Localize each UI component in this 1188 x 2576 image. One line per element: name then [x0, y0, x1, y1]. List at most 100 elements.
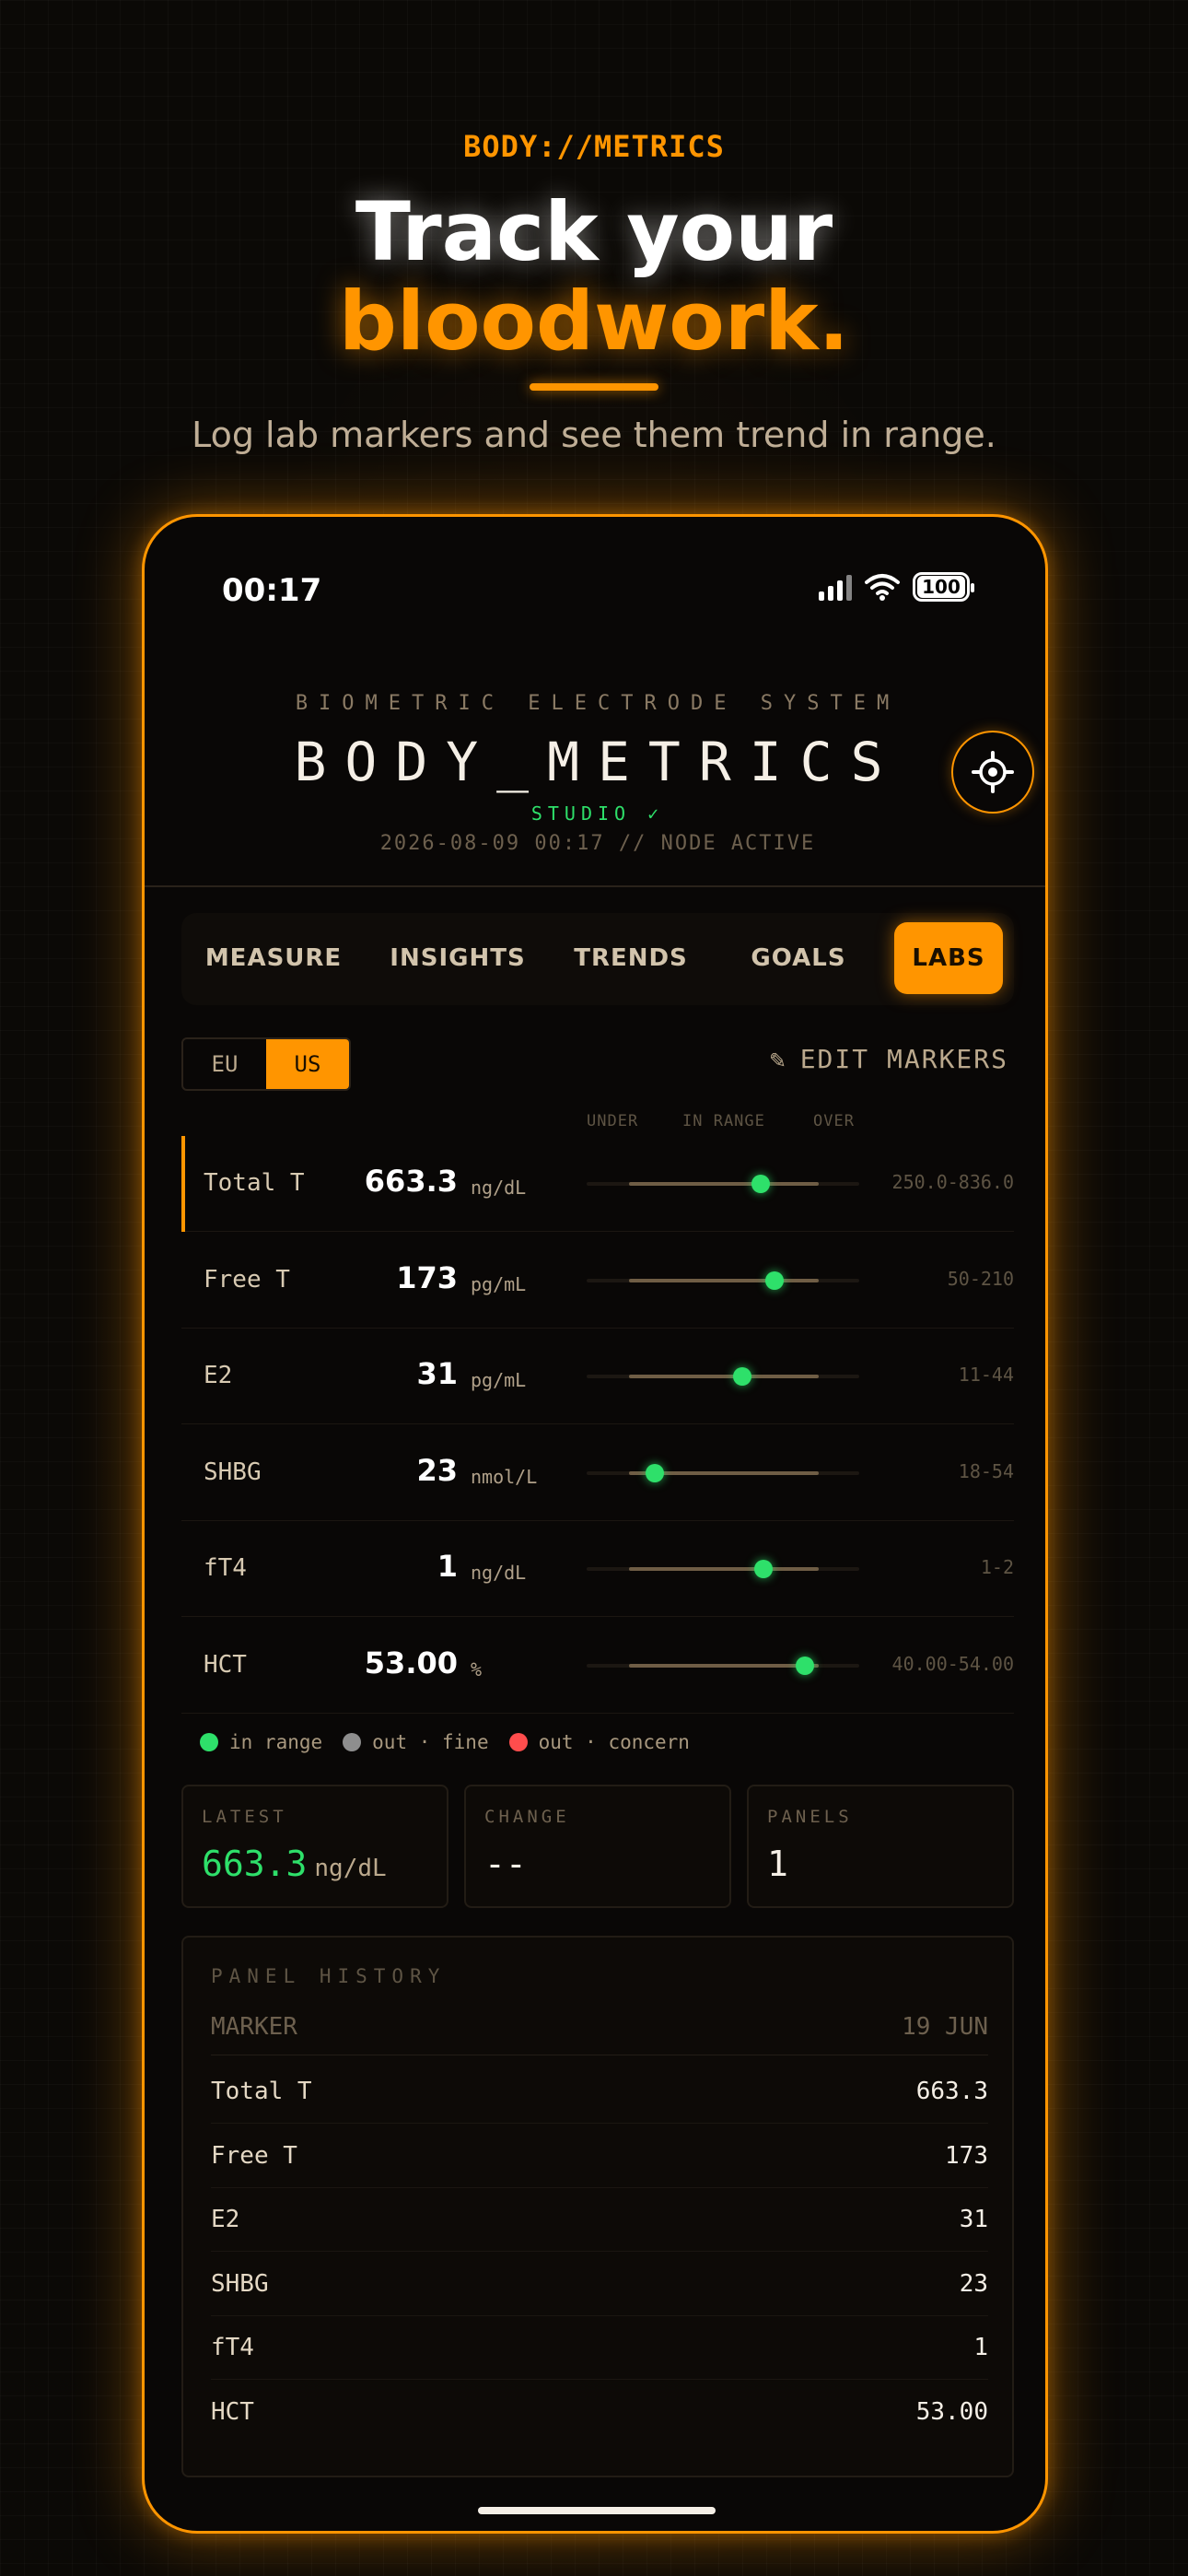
- latest-value: 663.3 ng/dL: [202, 1844, 387, 1884]
- panels-label: PANELS: [767, 1807, 853, 1827]
- unit-option-us[interactable]: US: [266, 1039, 349, 1089]
- battery-level: 100: [917, 576, 965, 598]
- history-row: HCT 53.00: [211, 2380, 988, 2444]
- legend-dot-red: [508, 1733, 528, 1751]
- history-row: fT4 1: [211, 2315, 988, 2380]
- change-label: CHANGE: [484, 1807, 570, 1827]
- marker-row[interactable]: Total T 663.3 ng/dL 250.0-836.0: [181, 1136, 1014, 1232]
- brand-tag: BODY://METRICS: [463, 129, 725, 164]
- history-row: E2 31: [211, 2187, 988, 2252]
- legend-label: out · fine: [372, 1731, 489, 1753]
- home-indicator[interactable]: [478, 2507, 716, 2514]
- hero-underline: [530, 383, 658, 391]
- system-subtitle: BIOMETRIC ELECTRODE SYSTEM: [295, 692, 901, 715]
- panels-card: PANELS 1: [747, 1785, 1014, 1908]
- change-card: CHANGE --: [464, 1785, 731, 1908]
- marker-name: HCT: [204, 1650, 247, 1679]
- tab-trends[interactable]: TRENDS: [557, 922, 705, 994]
- panels-value: 1: [767, 1844, 788, 1884]
- marker-value: 23: [416, 1452, 458, 1488]
- gear-icon: [972, 751, 1014, 793]
- marker-value: 1: [437, 1549, 458, 1584]
- marker-unit: nmol/L: [471, 1465, 538, 1488]
- marker-row[interactable]: SHBG 23 nmol/L 18-54: [181, 1425, 1014, 1521]
- pencil-icon: ✎: [769, 1044, 787, 1074]
- in-range-band: [629, 1663, 819, 1668]
- tab-labs[interactable]: LABS: [894, 922, 1003, 994]
- edit-markers-button[interactable]: ✎ EDIT MARKERS: [770, 1044, 1008, 1074]
- history-marker: Total T: [211, 2078, 312, 2105]
- range-header-in-range: IN RANGE: [682, 1112, 765, 1130]
- reference-range: 250.0-836.0: [891, 1171, 1014, 1193]
- marker-row[interactable]: Free T 173 pg/mL 50-210: [181, 1233, 1014, 1329]
- value-dot: [765, 1270, 785, 1290]
- in-range-band: [629, 1375, 819, 1378]
- tab-insights[interactable]: INSIGHTS: [375, 922, 541, 994]
- marker-unit: pg/mL: [471, 1369, 527, 1391]
- legend-label: out · concern: [538, 1731, 690, 1753]
- edit-markers-label: EDIT MARKERS: [799, 1044, 1008, 1074]
- range-track: [587, 1367, 859, 1386]
- column-header-date: 19 JUN: [902, 2013, 988, 2041]
- history-marker: HCT: [211, 2397, 254, 2426]
- value-dot: [732, 1367, 751, 1386]
- history-row: SHBG 23: [211, 2252, 988, 2316]
- app-title: BODY_METRICS: [294, 731, 902, 793]
- range-track: [587, 1175, 859, 1193]
- marker-unit: %: [471, 1657, 483, 1680]
- reference-range: 18-54: [958, 1459, 1014, 1482]
- marker-row[interactable]: HCT 53.00% 40.00-54.00: [181, 1618, 1014, 1714]
- marker-row[interactable]: E2 31 pg/mL 11-44: [181, 1329, 1014, 1424]
- latest-label: LATEST: [202, 1807, 287, 1827]
- wifi-icon: [865, 574, 900, 601]
- legend-item-out-fine: out · fine: [343, 1731, 489, 1753]
- reference-range: 40.00-54.00: [891, 1652, 1014, 1675]
- column-header-marker: MARKER: [211, 2013, 297, 2041]
- header-divider: [145, 885, 1045, 887]
- history-marker: fT4: [211, 2334, 254, 2361]
- panel-history-title: PANEL HISTORY: [211, 1965, 447, 1987]
- legend-item-in-range: in range: [200, 1731, 322, 1753]
- history-value: 173: [945, 2141, 988, 2170]
- in-range-band: [629, 1278, 819, 1282]
- range-header-under: UNDER: [587, 1112, 639, 1130]
- range-track: [587, 1560, 859, 1578]
- marker-name: SHBG: [204, 1458, 262, 1486]
- legend-dot-gray: [343, 1733, 362, 1751]
- unit-toggle: EU US: [181, 1037, 351, 1091]
- history-value: 1: [973, 2334, 988, 2361]
- history-value: 663.3: [915, 2078, 988, 2105]
- unit-option-eu[interactable]: EU: [183, 1039, 266, 1089]
- hero-subtitle: Log lab markers and see them trend in ra…: [192, 415, 996, 455]
- battery-icon: 100: [913, 572, 974, 602]
- range-header-over: OVER: [813, 1112, 855, 1130]
- node-timestamp: 2026-08-09 00:17 // NODE ACTIVE: [379, 832, 816, 855]
- marker-value: 663.3: [364, 1164, 458, 1199]
- in-range-band: [629, 1182, 819, 1186]
- value-dot: [754, 1560, 774, 1578]
- history-row: Free T 173: [211, 2124, 988, 2188]
- marker-unit: ng/dL: [471, 1177, 527, 1199]
- history-value: 31: [959, 2206, 988, 2233]
- panel-history-header: MARKER 19 JUN: [211, 2008, 988, 2055]
- marker-name: Total T: [204, 1169, 305, 1197]
- history-marker: Free T: [211, 2141, 297, 2170]
- value-dot: [751, 1175, 771, 1193]
- history-marker: E2: [211, 2206, 240, 2233]
- history-marker: SHBG: [211, 2269, 269, 2298]
- reference-range: 1-2: [980, 1556, 1014, 1578]
- reference-range: 50-210: [947, 1267, 1014, 1290]
- in-range-band: [629, 1567, 819, 1571]
- marker-value: 53.00: [364, 1645, 458, 1680]
- settings-button[interactable]: [951, 731, 1034, 814]
- tab-measure[interactable]: MEASURE: [191, 922, 356, 994]
- latest-number: 663.3: [202, 1844, 308, 1884]
- tab-goals[interactable]: GOALS: [725, 922, 872, 994]
- value-dot: [646, 1463, 664, 1482]
- status-legend: in range out · fine out · concern: [200, 1731, 690, 1753]
- marker-row[interactable]: fT4 1 ng/dL 1-2: [181, 1521, 1014, 1617]
- range-track: [587, 1270, 859, 1290]
- status-icons: 100: [819, 572, 974, 602]
- panel-history: PANEL HISTORY MARKER 19 JUN Total T 663.3…: [181, 1936, 1014, 2477]
- latest-card: LATEST 663.3 ng/dL: [181, 1785, 448, 1908]
